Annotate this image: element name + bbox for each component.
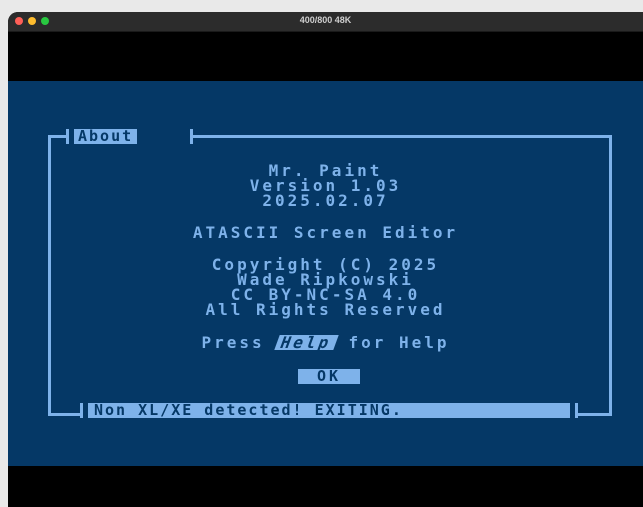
rights-text: All Rights Reserved bbox=[205, 300, 446, 319]
help-hint-prefix: Press bbox=[201, 333, 278, 352]
dialog-title: About bbox=[74, 129, 138, 144]
title-bar[interactable]: 400/800 48K bbox=[8, 12, 643, 32]
atari-screen: About Non XL/XE detected! EXITING. Mr. P… bbox=[8, 81, 643, 466]
emulator-window: 400/800 48K About Non XL/XE detected! EX… bbox=[8, 12, 643, 507]
help-hint: Press Help for Help bbox=[8, 333, 643, 352]
dialog-border bbox=[575, 413, 612, 416]
app-subtitle: ATASCII Screen Editor bbox=[192, 223, 459, 242]
status-bar: Non XL/XE detected! EXITING. bbox=[88, 403, 570, 418]
help-key[interactable]: Help bbox=[274, 333, 339, 352]
help-hint-suffix: for Help bbox=[335, 333, 450, 352]
dialog-border bbox=[66, 129, 69, 144]
window-title: 400/800 48K bbox=[299, 15, 352, 25]
build-date: 2025.02.07 bbox=[262, 191, 389, 210]
dialog-border bbox=[48, 413, 82, 416]
ok-button[interactable]: OK bbox=[298, 369, 360, 384]
dialog-border bbox=[190, 135, 612, 138]
dialog-border bbox=[48, 135, 68, 138]
dialog-border bbox=[80, 403, 83, 418]
